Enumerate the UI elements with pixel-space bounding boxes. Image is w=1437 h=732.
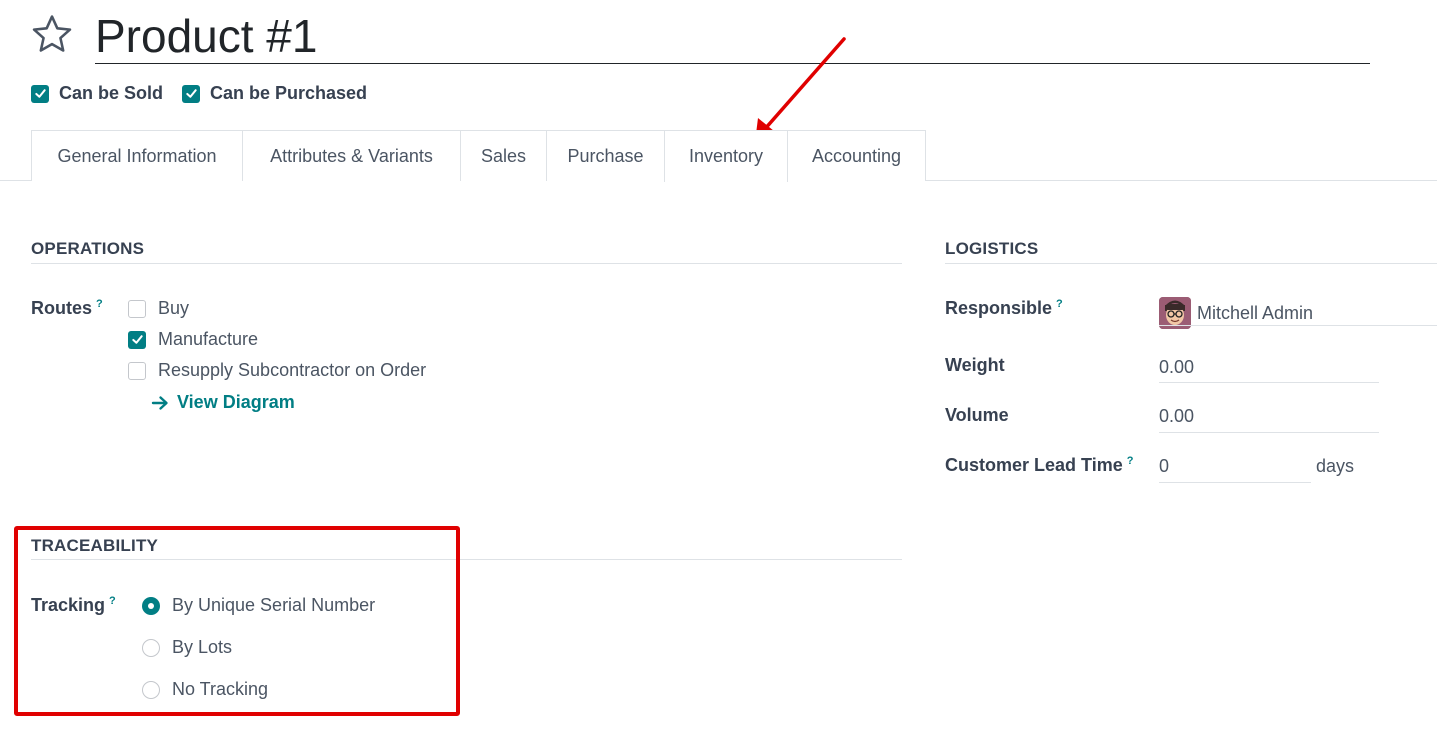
tab-purchase[interactable]: Purchase: [546, 130, 665, 181]
routes-help-icon[interactable]: ?: [96, 298, 103, 310]
favorite-star-icon[interactable]: [30, 12, 74, 56]
volume-underline: [1159, 432, 1379, 433]
lead-time-unit: days: [1316, 456, 1355, 476]
annotation-highlight-box: [14, 526, 460, 716]
responsible-label: Responsible?: [945, 298, 1063, 319]
tab-general-information[interactable]: General Information: [31, 130, 243, 181]
volume-input[interactable]: 0.00: [1159, 406, 1194, 427]
checkbox-checked-icon: [182, 84, 200, 103]
weight-label: Weight: [945, 355, 1005, 375]
lead-time-label-text: Customer Lead Time: [945, 455, 1123, 475]
routes-label: Routes?: [31, 298, 103, 319]
route-resupply-label: Resupply Subcontractor on Order: [158, 360, 427, 380]
checkbox-unchecked-icon: [128, 299, 146, 318]
responsible-value: Mitchell Admin: [1197, 302, 1314, 323]
route-manufacture[interactable]: Manufacture: [128, 329, 258, 350]
arrow-right-icon: [151, 395, 168, 410]
view-diagram-label: View Diagram: [177, 392, 295, 412]
route-buy[interactable]: Buy: [128, 298, 189, 319]
tab-attributes-variants[interactable]: Attributes & Variants: [242, 130, 461, 181]
operations-section-title: OPERATIONS: [31, 239, 145, 258]
operations-divider: [31, 263, 902, 264]
responsible-underline: [1159, 325, 1437, 326]
lead-time-label: Customer Lead Time?: [945, 455, 1133, 476]
responsible-label-text: Responsible: [945, 298, 1053, 318]
checkbox-checked-icon: [128, 330, 146, 349]
tab-sales[interactable]: Sales: [460, 130, 547, 181]
can-be-purchased-checkbox[interactable]: Can be Purchased: [182, 83, 367, 104]
title-underline: [95, 63, 1370, 64]
can-be-sold-label: Can be Sold: [59, 83, 164, 103]
lead-time-underline: [1159, 482, 1311, 483]
volume-label: Volume: [945, 405, 1009, 425]
lead-time-help-icon[interactable]: ?: [1127, 455, 1134, 467]
can-be-purchased-label: Can be Purchased: [210, 83, 368, 103]
tab-inventory[interactable]: Inventory: [664, 130, 788, 182]
weight-input[interactable]: 0.00: [1159, 357, 1194, 378]
route-manufacture-label: Manufacture: [158, 329, 259, 349]
product-name-input[interactable]: Product #1: [95, 8, 317, 64]
logistics-section-title: LOGISTICS: [945, 239, 1039, 258]
lead-time-input[interactable]: 0: [1159, 456, 1169, 477]
responsible-help-icon[interactable]: ?: [1056, 298, 1063, 310]
weight-underline: [1159, 382, 1379, 383]
checkbox-unchecked-icon: [128, 361, 146, 380]
checkbox-checked-icon: [31, 84, 49, 103]
route-buy-label: Buy: [158, 298, 190, 318]
view-diagram-link[interactable]: View Diagram: [151, 392, 295, 413]
routes-label-text: Routes: [31, 298, 93, 318]
route-resupply-subcontractor[interactable]: Resupply Subcontractor on Order: [128, 360, 426, 381]
logistics-divider: [945, 263, 1437, 264]
can-be-sold-checkbox[interactable]: Can be Sold: [31, 83, 163, 104]
